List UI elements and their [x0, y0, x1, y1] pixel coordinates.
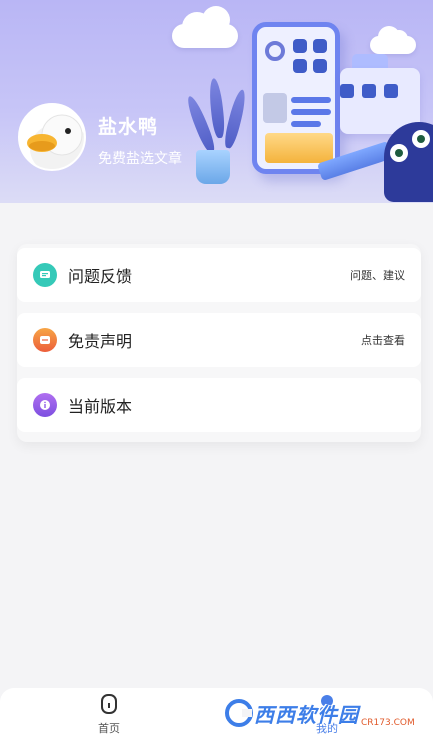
disclaimer-icon [33, 328, 57, 352]
phone-illustration [252, 22, 340, 174]
avatar[interactable] [18, 103, 86, 171]
landscape-card-illustration [265, 133, 333, 163]
info-icon [33, 393, 57, 417]
duck-avatar-icon [20, 105, 84, 169]
cloud-decoration [172, 6, 238, 48]
menu-item-label: 免责声明 [68, 332, 133, 351]
profile-banner: 盐水鸭 免费盐选文章 [0, 0, 433, 203]
menu-item-hint: 点击查看 [361, 334, 405, 347]
tab-home-label: 首页 [98, 722, 120, 735]
monster-illustration [384, 122, 433, 202]
menu-item-label: 当前版本 [68, 397, 133, 416]
feedback-icon [33, 263, 57, 287]
menu-item-version[interactable]: 当前版本 [17, 378, 421, 432]
user-name: 盐水鸭 [98, 116, 159, 138]
site-watermark: 西西软件园 CR173.COM [224, 690, 424, 736]
menu-item-hint: 问题、建议 [350, 269, 405, 282]
settings-menu: 问题反馈 问题、建议 免责声明 点击查看 当前版本 [17, 244, 421, 442]
magnifier-icon [265, 41, 285, 61]
plant-leaf-illustration [222, 88, 249, 150]
menu-item-label: 问题反馈 [68, 267, 133, 286]
menu-item-disclaimer[interactable]: 免责声明 点击查看 [17, 313, 421, 367]
menu-item-feedback[interactable]: 问题反馈 问题、建议 [17, 248, 421, 302]
plant-leaf-illustration [207, 77, 226, 139]
home-icon [101, 694, 117, 714]
watermark-logo-icon [225, 699, 253, 727]
cloud-decoration [370, 26, 416, 54]
plant-pot-illustration [196, 150, 230, 184]
watermark-site: CR173.COM [361, 718, 415, 728]
tab-home[interactable]: 首页 [64, 688, 154, 745]
watermark-text: 西西软件园 [254, 702, 359, 727]
user-subtitle: 免费盐选文章 [98, 151, 182, 167]
